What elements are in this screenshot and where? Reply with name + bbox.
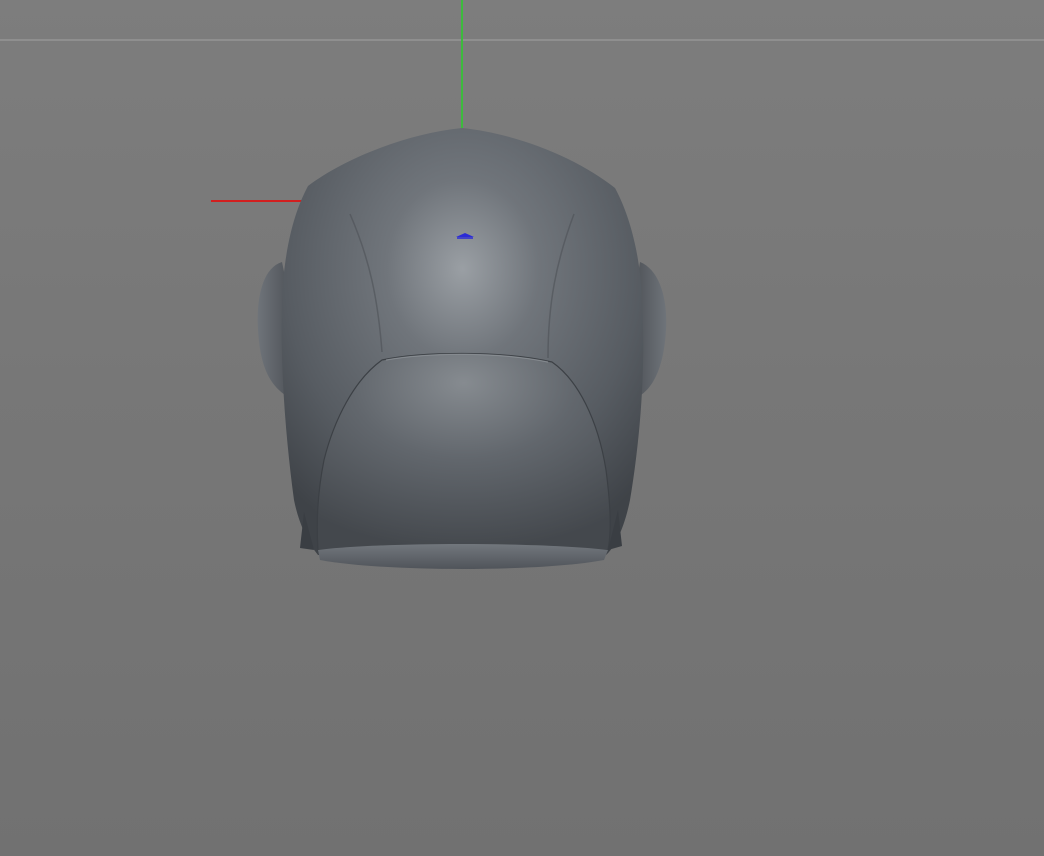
neck-rim[interactable] bbox=[318, 544, 608, 569]
helmet-visor[interactable] bbox=[316, 352, 611, 551]
helmet-model[interactable] bbox=[257, 128, 667, 569]
3d-viewport[interactable] bbox=[0, 0, 1044, 856]
viewport-scene[interactable] bbox=[0, 0, 1044, 856]
